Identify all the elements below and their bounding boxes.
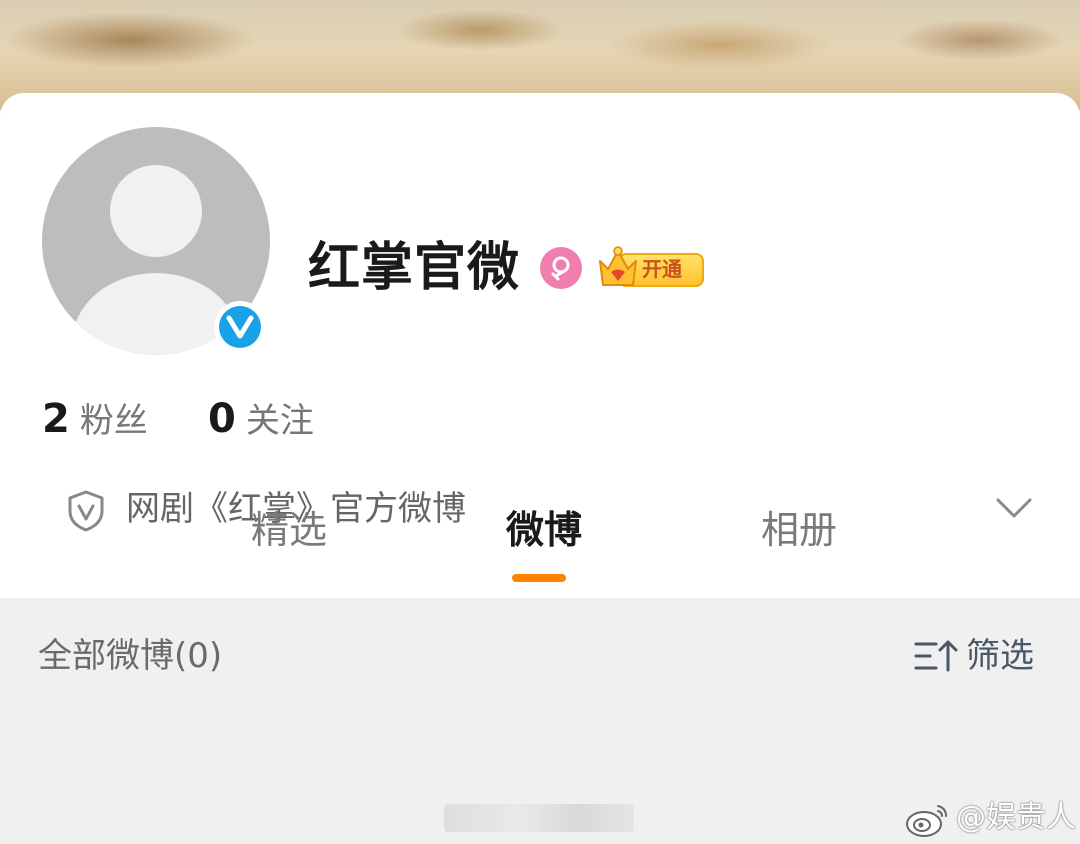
weibo-logo-icon [906, 805, 947, 837]
avatar-head-shape [110, 165, 202, 257]
avatar-body-shape [72, 273, 240, 355]
feed-filter-bar: 全部微博(0) 筛选 [0, 598, 1080, 718]
filter-label: 筛选 [966, 636, 1034, 676]
stat-label: 粉丝 [79, 401, 148, 441]
stat-value: 2 [42, 396, 70, 442]
verified-v-icon[interactable] [214, 301, 266, 353]
female-icon [540, 247, 582, 289]
tab-album[interactable]: 相册 [719, 500, 879, 560]
vip-open-button[interactable]: 开通 [596, 245, 706, 291]
v-glyph-icon [226, 315, 254, 339]
active-tab-indicator [512, 574, 566, 582]
stat-label: 关注 [245, 401, 314, 441]
all-posts-label: 全部微博(0) [38, 636, 223, 676]
blurred-content [444, 804, 634, 832]
vip-label: 开通 [642, 257, 682, 281]
verified-badge-fill [219, 306, 261, 348]
tab-featured[interactable]: 精选 [209, 500, 369, 560]
watermark-text: @娱贵人 [956, 800, 1076, 835]
crown-icon [599, 246, 637, 286]
followers-stat[interactable]: 2 粉丝 [42, 389, 148, 451]
tab-weibo[interactable]: 微博 [464, 500, 624, 560]
female-glyph-icon [551, 256, 570, 281]
filter-sort-icon [914, 640, 958, 672]
profile-name: 红掌官微 [308, 238, 521, 298]
stat-value: 0 [208, 396, 236, 442]
following-stat[interactable]: 0 关注 [208, 389, 314, 451]
